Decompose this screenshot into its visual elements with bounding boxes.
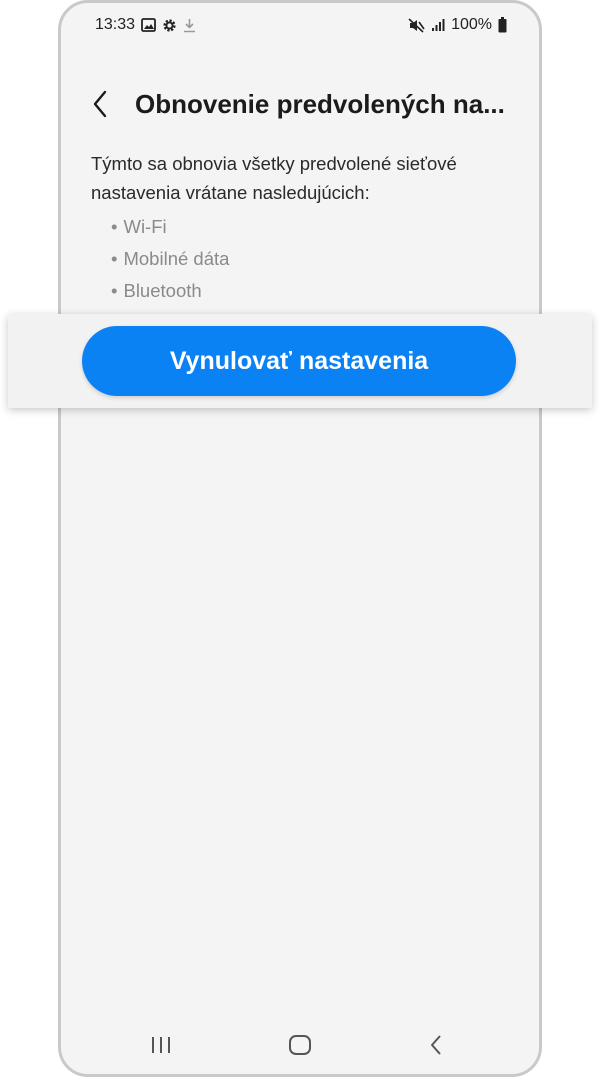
- signal-icon: [431, 18, 445, 32]
- download-icon: [183, 18, 196, 33]
- bullet: •: [111, 280, 118, 301]
- settings-gear-icon: [162, 18, 177, 33]
- description-text: Týmto sa obnovia všetky predvolené sieťo…: [91, 153, 457, 203]
- list-item: • Wi-Fi: [111, 212, 229, 244]
- phone-frame: 13:33 100% Obnovenie predvolených na... …: [58, 0, 542, 1077]
- status-right: 100%: [408, 16, 507, 34]
- nav-back-button[interactable]: [416, 1030, 456, 1060]
- battery-icon: [498, 17, 507, 33]
- bullet: •: [111, 216, 118, 237]
- back-button[interactable]: [83, 87, 117, 121]
- list-item-label: Wi-Fi: [123, 216, 167, 237]
- reset-settings-button[interactable]: Vynulovať nastavenia: [82, 326, 516, 396]
- recent-apps-button[interactable]: [141, 1030, 181, 1060]
- page-title: Obnovenie predvolených na...: [135, 89, 505, 119]
- battery-percent: 100%: [451, 16, 492, 33]
- chevron-left-icon: [93, 90, 107, 118]
- navigation-bar: [61, 1014, 539, 1074]
- recent-apps-icon: [152, 1037, 170, 1053]
- status-left: 13:33: [95, 16, 196, 34]
- mute-icon: [408, 17, 425, 33]
- reset-items-list: • Wi-Fi • Mobilné dáta • Bluetooth: [111, 212, 229, 308]
- status-bar: 13:33 100%: [61, 3, 539, 49]
- bullet: •: [111, 248, 118, 269]
- list-item: • Mobilné dáta: [111, 244, 229, 276]
- home-button[interactable]: [280, 1030, 320, 1060]
- back-icon: [431, 1035, 441, 1055]
- status-time: 13:33: [95, 16, 136, 33]
- list-item-label: Mobilné dáta: [123, 248, 230, 269]
- home-icon: [289, 1035, 311, 1055]
- list-item-label: Bluetooth: [123, 280, 202, 301]
- list-item: • Bluetooth: [111, 276, 229, 308]
- image-icon: [141, 18, 156, 32]
- header: Obnovenie predvolených na...: [61, 81, 539, 129]
